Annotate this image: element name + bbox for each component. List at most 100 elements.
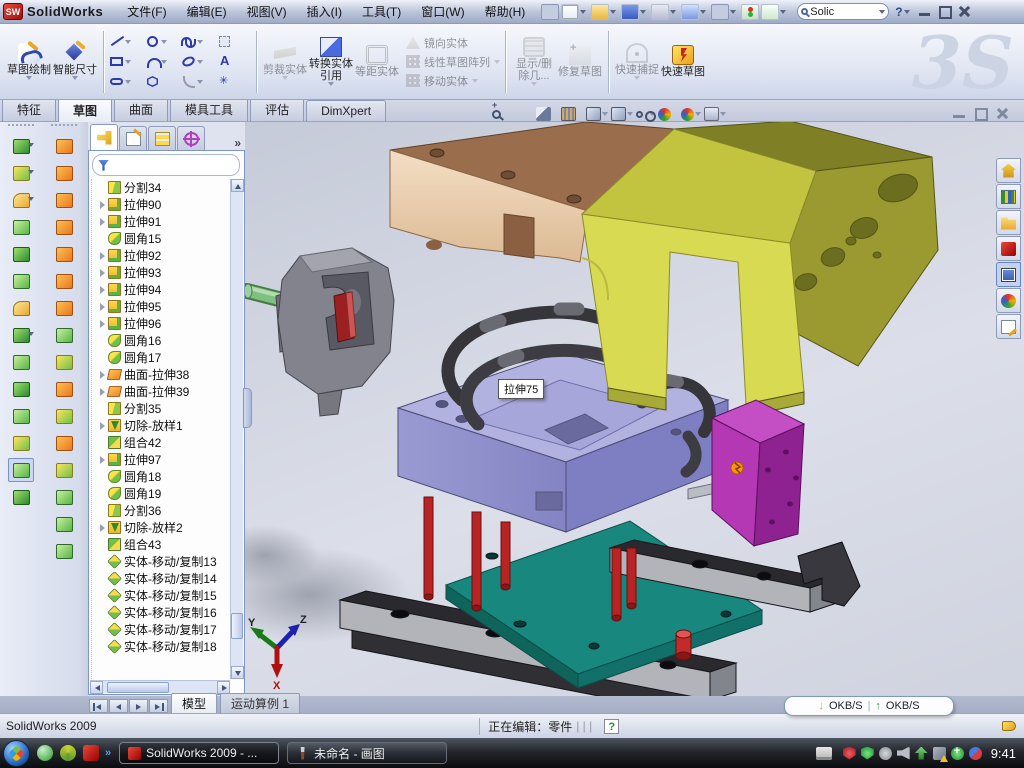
tree-item-组合42[interactable]: 组合42	[98, 434, 230, 451]
tree-item-圆角17[interactable]: 圆角17	[98, 349, 230, 366]
tree-item-拉伸92[interactable]: 拉伸92	[98, 247, 230, 264]
hud-appearance[interactable]	[658, 108, 678, 121]
sketch-entity-line[interactable]	[109, 34, 143, 49]
lt1-fillet[interactable]	[8, 188, 34, 212]
search-dropdown-icon[interactable]	[879, 10, 885, 14]
tray-keyboard-layout[interactable]	[816, 747, 832, 760]
lt2-planar-surface[interactable]	[51, 269, 77, 293]
select-cursor-button[interactable]	[711, 4, 729, 20]
toolbar-drag-handle[interactable]	[51, 124, 77, 131]
tree-item-实体-移动/复制18[interactable]: 实体-移动/复制18	[98, 638, 230, 655]
sketch-entity-point[interactable]	[217, 74, 251, 89]
menu-视图(V)[interactable]: 视图(V)	[237, 0, 297, 23]
tree-item-组合43[interactable]: 组合43	[98, 536, 230, 553]
tree-item-分割36[interactable]: 分割36	[98, 502, 230, 519]
tab-曲面[interactable]: 曲面	[114, 97, 168, 121]
tree-item-拉伸90[interactable]: 拉伸90	[98, 196, 230, 213]
hud-dropdown-icon[interactable]	[602, 112, 608, 116]
lt1-sketch-tool[interactable]	[8, 458, 34, 482]
taskpane-design-library[interactable]	[996, 184, 1021, 209]
tree-vertical-scrollbar[interactable]	[230, 179, 243, 679]
quicklaunch-media-player[interactable]	[60, 745, 76, 761]
lt2-filled-surface[interactable]	[51, 323, 77, 347]
tree-item-圆角15[interactable]: 圆角15	[98, 230, 230, 247]
panel-splitter-handle[interactable]	[243, 388, 252, 428]
lt2-replace-face[interactable]	[51, 458, 77, 482]
sketch-entity-dropdown-icon[interactable]	[197, 80, 203, 84]
quick-snaps-button[interactable]: 快速捕捉	[614, 43, 660, 80]
help-dropdown-icon[interactable]	[904, 10, 910, 14]
lt1-lofted-boss[interactable]	[8, 242, 34, 266]
lt2-extruded-surface[interactable]	[51, 188, 77, 212]
sketch-entity-polygon[interactable]	[145, 74, 179, 89]
quick-tips-button[interactable]: ?	[604, 719, 619, 734]
tree-item-分割34[interactable]: 分割34	[98, 179, 230, 196]
sketch-entity-rectangle[interactable]	[109, 54, 143, 69]
hud-view-orientation[interactable]	[561, 107, 583, 121]
tree-item-圆角18[interactable]: 圆角18	[98, 468, 230, 485]
menu-插入(I)[interactable]: 插入(I)	[297, 0, 352, 23]
scroll-left-button[interactable]	[90, 681, 103, 694]
tab-特征[interactable]: 特征	[2, 97, 56, 121]
tree-item-圆角16[interactable]: 圆角16	[98, 332, 230, 349]
sketch-entity-text[interactable]	[217, 54, 251, 69]
quicklaunch-solidworks-shortcut[interactable]	[83, 745, 99, 761]
base-rails[interactable]	[340, 521, 860, 697]
print-button[interactable]	[651, 4, 669, 20]
sketch-entity-sketch-fillet[interactable]	[181, 74, 215, 89]
lt1-helix[interactable]	[8, 485, 34, 509]
hud-section-view[interactable]	[536, 107, 558, 121]
sketch-entity-dropdown-icon[interactable]	[125, 40, 131, 44]
yoke-bracket[interactable]	[582, 122, 938, 416]
window-minimize-button[interactable]	[916, 4, 933, 19]
options-dropdown-icon[interactable]	[780, 10, 786, 14]
taskpane-solidworks-resources[interactable]	[996, 158, 1021, 183]
task-未命名 - 画图[interactable]: 未命名 - 画图	[287, 742, 447, 764]
menu-工具(T)[interactable]: 工具(T)	[352, 0, 411, 23]
taskpane-appearances-scenes[interactable]	[996, 288, 1021, 313]
red-insert[interactable]	[334, 292, 356, 342]
lt2-ruled-surface[interactable]	[51, 485, 77, 509]
smart-dimension-dropdown-icon[interactable]	[72, 76, 78, 80]
tray-messenger-ball[interactable]	[969, 747, 982, 760]
tree-item-实体-移动/复制17[interactable]: 实体-移动/复制17	[98, 621, 230, 638]
menu-帮助(H)[interactable]: 帮助(H)	[475, 0, 536, 23]
doc-close-button[interactable]	[994, 106, 1012, 121]
configurationmanager-tab[interactable]	[148, 126, 176, 150]
vertical-scroll-thumb[interactable]	[231, 613, 243, 639]
options-button[interactable]	[761, 4, 779, 20]
sketch-entity-dropdown-icon[interactable]	[125, 80, 131, 84]
hud-scene[interactable]	[681, 108, 701, 121]
tree-item-切除-放样2[interactable]: 切除-放样2	[98, 519, 230, 536]
toolbar-dropdown-icon[interactable]	[28, 332, 34, 336]
tree-item-拉伸96[interactable]: 拉伸96	[98, 315, 230, 332]
tab-DimXpert[interactable]: DimXpert	[306, 100, 386, 121]
tab-模具工具[interactable]: 模具工具	[170, 97, 248, 121]
menu-编辑(E)[interactable]: 编辑(E)	[177, 0, 237, 23]
tab-scroll-last-button[interactable]	[149, 699, 168, 713]
task-SolidWorks 2009 - ...[interactable]: SolidWorks 2009 - ...	[119, 742, 279, 764]
insert-block[interactable]	[712, 400, 804, 546]
hud-dropdown-icon[interactable]	[720, 112, 726, 116]
lt2-knit-surface[interactable]	[51, 350, 77, 374]
tray-security-shield[interactable]	[861, 747, 874, 760]
taskpane-custom-properties[interactable]	[996, 314, 1021, 339]
tree-item-拉伸94[interactable]: 拉伸94	[98, 281, 230, 298]
open-dropdown-icon[interactable]	[610, 10, 616, 14]
move-entities-dropdown-icon[interactable]	[472, 79, 478, 83]
tree-item-曲面-拉伸39[interactable]: 曲面-拉伸39	[98, 383, 230, 400]
lt1-swept-boss[interactable]	[8, 215, 34, 239]
expand-arrow-icon[interactable]	[98, 523, 107, 532]
window-restore-button[interactable]	[936, 4, 953, 19]
undo-button[interactable]	[681, 4, 699, 20]
hud-display-style[interactable]	[586, 107, 608, 121]
tree-item-拉伸93[interactable]: 拉伸93	[98, 264, 230, 281]
dimxpertmanager-tab[interactable]	[177, 126, 205, 150]
tree-item-曲面-拉伸38[interactable]: 曲面-拉伸38	[98, 366, 230, 383]
expand-arrow-icon[interactable]	[98, 370, 107, 379]
linear-pattern-dropdown-icon[interactable]	[494, 60, 500, 64]
sketch-entity-selection-box[interactable]	[217, 34, 251, 49]
lt2-trim-surface[interactable]	[51, 404, 77, 428]
tree-item-拉伸91[interactable]: 拉伸91	[98, 213, 230, 230]
menu-文件(F)[interactable]: 文件(F)	[117, 0, 176, 23]
